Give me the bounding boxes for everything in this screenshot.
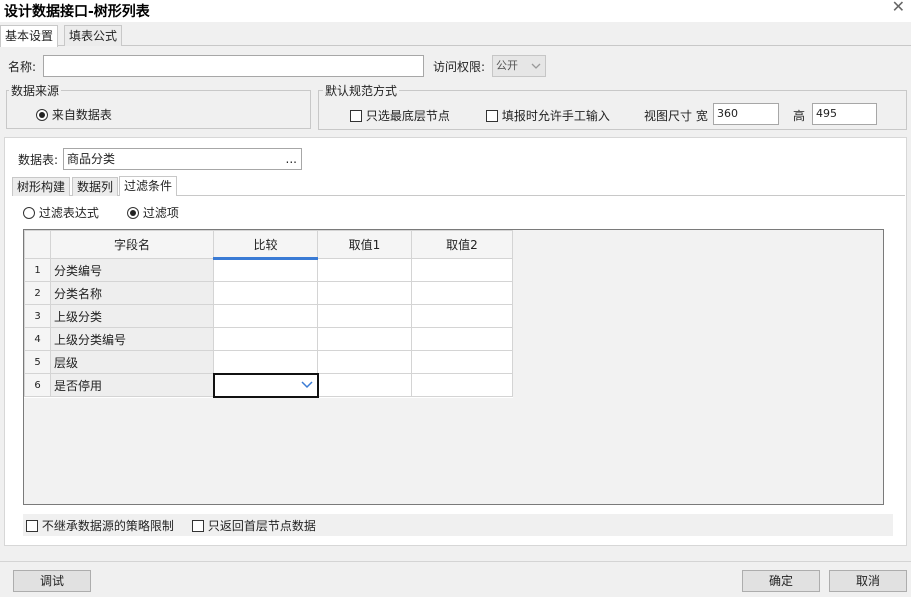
filter-expression-label: 过滤表达式 (38, 206, 99, 220)
chevron-down-icon (531, 63, 541, 69)
compare-cell[interactable] (213, 350, 318, 374)
tab-filter-conditions[interactable]: 过滤条件 (119, 176, 178, 196)
value2-cell[interactable] (411, 281, 513, 305)
table-row: 1 分类编号 (24, 258, 513, 282)
filter-table: 字段名 比较 取值1 取值2 1 分类编号 2 分类名称 3 上级分类 4 上级… (24, 230, 513, 398)
height-label: 高 (793, 109, 806, 123)
name-label: 名称: (8, 60, 37, 74)
field-name-cell: 上级分类编号 (50, 327, 214, 351)
checkbox-icon (350, 109, 362, 122)
row-number: 6 (24, 373, 51, 397)
view-size-label: 视图尺寸 宽 (644, 109, 708, 123)
value2-cell[interactable] (411, 304, 513, 328)
tab-fill-formula[interactable]: 填表公式 (64, 25, 123, 46)
filter-items-radio[interactable]: 过滤项 (127, 204, 179, 221)
row-number: 2 (24, 281, 51, 305)
value1-cell[interactable] (317, 327, 412, 351)
value1-cell[interactable] (317, 373, 412, 397)
value2-cell[interactable] (411, 258, 513, 282)
filter-expression-radio[interactable]: 过滤表达式 (23, 204, 99, 221)
default-norm-legend: 默认规范方式 (323, 82, 400, 99)
compare-cell[interactable] (213, 281, 318, 305)
value1-cell[interactable] (317, 304, 412, 328)
header-row: 字段名 比较 取值1 取值2 (24, 230, 513, 260)
checkbox-icon (486, 109, 498, 122)
filter-grid: 字段名 比较 取值1 取值2 1 分类编号 2 分类名称 3 上级分类 4 上级… (23, 229, 884, 505)
allow-manual-label: 填报时允许手工输入 (501, 109, 610, 123)
window-title: 设计数据接口-树形列表 (4, 4, 150, 20)
value2-cell[interactable] (411, 373, 513, 397)
column-header-value1[interactable]: 取值1 (317, 230, 412, 259)
value1-cell[interactable] (317, 350, 412, 374)
table-row: 5 层级 (24, 350, 513, 374)
compare-cell[interactable] (213, 258, 318, 282)
view-width-input[interactable]: 360 (713, 103, 779, 125)
tab-label: 基本设置 (5, 29, 54, 43)
table-row: 3 上级分类 (24, 304, 513, 328)
name-input[interactable] (43, 55, 424, 77)
top-tab-bar: 基本设置 填表公式 (0, 25, 911, 47)
filter-items-label: 过滤项 (142, 206, 179, 220)
ok-button[interactable]: 确定 (742, 570, 820, 592)
column-header-field[interactable]: 字段名 (50, 230, 214, 259)
no-inherit-checkbox[interactable]: 不继承数据源的策略限制 (26, 517, 174, 534)
checkbox-icon (26, 519, 38, 532)
field-name-cell: 上级分类 (50, 304, 214, 328)
radio-icon (36, 108, 48, 121)
chevron-down-icon[interactable] (300, 378, 313, 390)
value1-cell[interactable] (317, 281, 412, 305)
field-name-cell: 分类编号 (50, 258, 214, 282)
field-name-cell: 层级 (50, 350, 214, 374)
row-number: 5 (24, 350, 51, 374)
table-row: 2 分类名称 (24, 281, 513, 305)
checkbox-icon (192, 519, 204, 532)
field-name-cell: 分类名称 (50, 281, 214, 305)
tab-basic-settings[interactable]: 基本设置 (0, 25, 59, 47)
row-number: 3 (24, 304, 51, 328)
row-number: 4 (24, 327, 51, 351)
compare-cell[interactable] (213, 327, 318, 351)
data-table-value: 商品分类 (67, 152, 116, 166)
only-bottom-checkbox[interactable]: 只选最底层节点 (350, 107, 450, 124)
row-number: 1 (24, 258, 51, 282)
table-row: 4 上级分类编号 (24, 327, 513, 351)
access-label: 访问权限: (433, 60, 486, 74)
column-header-value2[interactable]: 取值2 (411, 230, 513, 259)
field-name-cell: 是否停用 (50, 373, 214, 397)
compare-cell[interactable] (213, 304, 318, 328)
title-bar: 设计数据接口-树形列表 ✕ (0, 0, 911, 22)
first-level-only-checkbox[interactable]: 只返回首层节点数据 (192, 517, 316, 534)
row-number-header (24, 230, 51, 259)
only-bottom-label: 只选最底层节点 (365, 109, 450, 123)
view-height-input[interactable]: 495 (812, 103, 877, 125)
allow-manual-checkbox[interactable]: 填报时允许手工输入 (486, 107, 610, 124)
radio-icon (127, 206, 139, 219)
source-table-radio[interactable]: 来自数据表 (36, 106, 112, 123)
tab-label: 树形构建 (17, 180, 66, 194)
tab-tree-build[interactable]: 树形构建 (12, 177, 71, 196)
debug-button[interactable]: 调试 (13, 570, 91, 592)
data-table-field[interactable]: 商品分类 ... (63, 148, 302, 170)
access-select[interactable]: 公开 (492, 55, 546, 77)
table-row: 6 是否停用 (24, 372, 513, 398)
radio-icon (23, 206, 35, 219)
tab-label: 数据列 (77, 180, 114, 194)
value2-cell[interactable] (411, 350, 513, 374)
cancel-button[interactable]: 取消 (829, 570, 907, 592)
tab-label: 过滤条件 (124, 179, 173, 193)
tab-data-columns[interactable]: 数据列 (72, 177, 119, 196)
browse-button[interactable]: ... (286, 149, 297, 169)
close-icon[interactable]: ✕ (892, 0, 905, 16)
access-value: 公开 (496, 59, 518, 72)
tab-label: 填表公式 (69, 29, 118, 43)
column-header-compare[interactable]: 比较 (213, 230, 318, 260)
first-level-only-label: 只返回首层节点数据 (207, 519, 316, 533)
compare-dropdown[interactable] (212, 372, 319, 398)
value2-cell[interactable] (411, 327, 513, 351)
data-table-label: 数据表: (18, 153, 59, 167)
value1-cell[interactable] (317, 258, 412, 282)
source-table-label: 来自数据表 (51, 108, 112, 122)
data-source-legend: 数据来源 (9, 82, 62, 99)
no-inherit-label: 不继承数据源的策略限制 (41, 519, 174, 533)
